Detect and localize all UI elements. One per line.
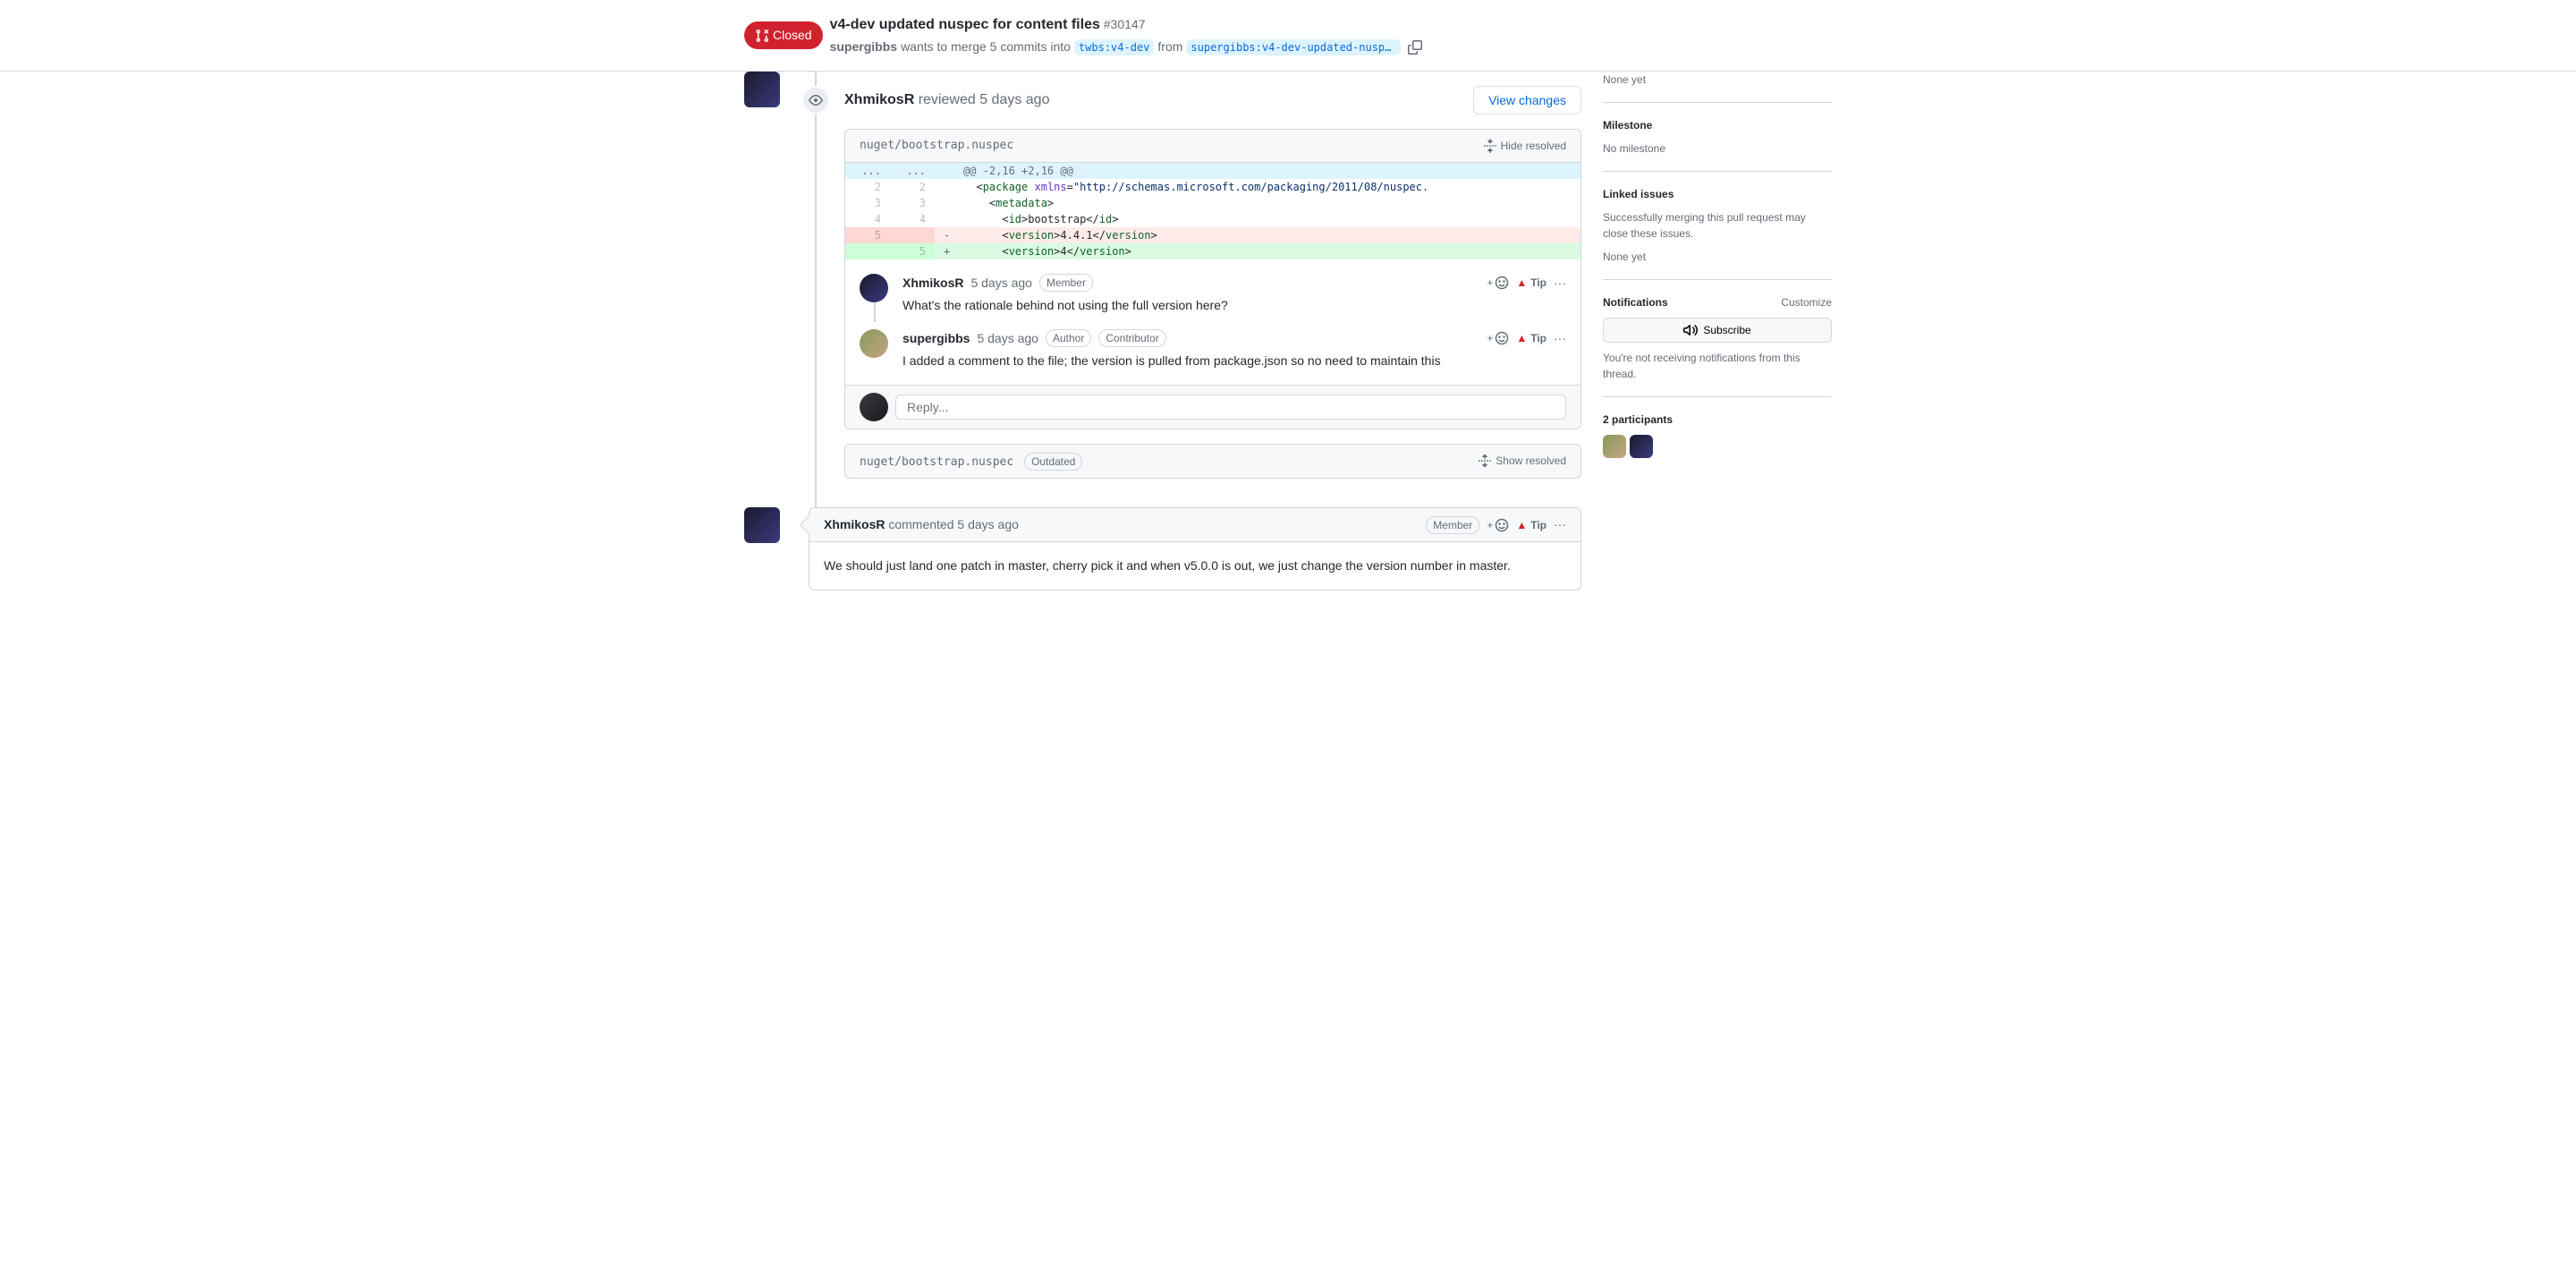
linked-issues-value: None yet	[1603, 249, 1832, 265]
comment-time[interactable]: 5 days ago	[957, 515, 1019, 534]
react-button[interactable]: +	[1487, 275, 1509, 291]
participant-avatar[interactable]	[1630, 435, 1653, 458]
milestone-title[interactable]: Milestone	[1603, 117, 1832, 133]
pr-title[interactable]: v4-dev updated nuspec for content files	[830, 17, 1100, 32]
notifications-desc: You're not receiving notifications from …	[1603, 350, 1832, 382]
member-badge: Member	[1039, 274, 1093, 292]
sidebar: None yet Milestone No milestone Linked i…	[1603, 72, 1832, 590]
outdated-label: Outdated	[1024, 453, 1082, 471]
review-timeline-item: XhmikosR reviewed 5 days ago View change…	[744, 72, 1581, 493]
diff-line-deletion: 5 - <version>4.4.1</version>	[845, 227, 1580, 243]
diff-line-context: 2 2 <package xmlns="http://schemas.micro…	[845, 179, 1580, 195]
smiley-icon	[1495, 276, 1509, 290]
unfold-icon	[1478, 454, 1492, 468]
comment-text: I added a comment to the file; the versi…	[902, 352, 1566, 370]
review-comment: XhmikosR 5 days ago Member + ▲Tip ···	[860, 267, 1566, 322]
smiley-icon	[1495, 518, 1509, 532]
comment-time[interactable]: 5 days ago	[977, 329, 1038, 348]
file-path[interactable]: nuget/bootstrap.nuspec	[860, 455, 1013, 469]
expand-icon-left[interactable]: ...	[845, 163, 890, 179]
comment-avatar[interactable]	[860, 329, 888, 358]
view-changes-button[interactable]: View changes	[1473, 86, 1581, 115]
file-path[interactable]: nuget/bootstrap.nuspec	[860, 137, 1013, 155]
comment-author[interactable]: XhmikosR	[902, 274, 963, 293]
pr-author[interactable]: supergibbs	[830, 38, 897, 56]
git-pull-request-closed-icon	[755, 29, 769, 43]
react-button[interactable]: +	[1487, 330, 1509, 346]
tip-button[interactable]: ▲Tip	[1516, 517, 1546, 533]
customize-link[interactable]: Customize	[1781, 294, 1832, 310]
review-file-block: nuget/bootstrap.nuspec Hide resolved ...…	[844, 129, 1581, 429]
eye-icon	[809, 93, 823, 107]
react-button[interactable]: +	[1487, 517, 1509, 533]
linked-issues-title[interactable]: Linked issues	[1603, 186, 1832, 202]
pr-state-closed: Closed	[744, 21, 823, 49]
review-comment: supergibbs 5 days ago Author Contributor…	[860, 322, 1566, 378]
review-file-block-collapsed: nuget/bootstrap.nuspec Outdated Show res…	[844, 444, 1581, 480]
state-label-text: Closed	[773, 26, 812, 45]
reviewer-avatar[interactable]	[744, 72, 780, 107]
review-badge	[801, 86, 830, 115]
notifications-title: Notifications	[1603, 294, 1668, 310]
comment-author[interactable]: XhmikosR	[824, 515, 885, 534]
linked-issues-desc: Successfully merging this pull request m…	[1603, 209, 1832, 242]
diff-table: ... ... @@ -2,16 +2,16 @@ 2 2 <package x…	[845, 163, 1580, 259]
expand-icon-right[interactable]: ...	[890, 163, 935, 179]
show-resolved-button[interactable]: Show resolved	[1478, 453, 1566, 469]
copy-branch-button[interactable]	[1404, 38, 1426, 56]
diff-line-context: 4 4 <id>bootstrap</id>	[845, 211, 1580, 227]
base-branch[interactable]: twbs:v4-dev	[1074, 39, 1154, 55]
fold-icon	[1483, 139, 1497, 153]
hunk-header-row: ... ... @@ -2,16 +2,16 @@	[845, 163, 1580, 179]
comment-time[interactable]: 5 days ago	[970, 274, 1032, 293]
smiley-icon	[1495, 331, 1509, 345]
sidebar-none-yet: None yet	[1603, 72, 1832, 88]
hide-resolved-button[interactable]: Hide resolved	[1483, 138, 1566, 154]
copy-icon	[1408, 40, 1422, 55]
reply-form	[845, 385, 1580, 429]
unmute-icon	[1683, 323, 1698, 337]
kebab-menu[interactable]: ···	[1554, 274, 1566, 293]
member-badge: Member	[1426, 516, 1479, 534]
participants-title: 2 participants	[1603, 412, 1832, 428]
pr-number: #30147	[1104, 17, 1146, 31]
milestone-value: No milestone	[1603, 140, 1832, 157]
comment-avatar[interactable]	[860, 274, 888, 302]
current-user-avatar[interactable]	[860, 393, 888, 421]
commenter-avatar[interactable]	[744, 507, 780, 543]
tip-button[interactable]: ▲Tip	[1516, 275, 1546, 291]
reply-input[interactable]	[895, 395, 1566, 420]
pr-merge-text: wants to merge 5 commits into	[901, 38, 1071, 56]
kebab-menu[interactable]: ···	[1554, 329, 1566, 348]
kebab-menu[interactable]: ···	[1554, 515, 1566, 534]
pr-sticky-header: Closed v4-dev updated nuspec for content…	[0, 0, 2576, 72]
compare-branch[interactable]: supergibbs:v4-dev-updated-nuspec-cont…	[1186, 39, 1401, 55]
comment-text: What's the rationale behind not using th…	[902, 296, 1566, 315]
diff-line-addition: 5 + <version>4</version>	[845, 243, 1580, 259]
participant-avatar[interactable]	[1603, 435, 1626, 458]
comment-author[interactable]: supergibbs	[902, 329, 970, 348]
from-text: from	[1157, 38, 1182, 56]
tip-button[interactable]: ▲Tip	[1516, 330, 1546, 346]
subscribe-button[interactable]: Subscribe	[1603, 318, 1832, 343]
comment-timeline-item: XhmikosR commented 5 days ago Member + ▲…	[744, 493, 1581, 590]
author-badge: Author	[1046, 329, 1091, 347]
contributor-badge: Contributor	[1098, 329, 1165, 347]
review-author[interactable]: XhmikosR	[844, 92, 914, 107]
comment-body: We should just land one patch in master,…	[809, 542, 1580, 590]
review-time[interactable]: 5 days ago	[979, 92, 1049, 107]
diff-line-context: 3 3 <metadata>	[845, 195, 1580, 211]
